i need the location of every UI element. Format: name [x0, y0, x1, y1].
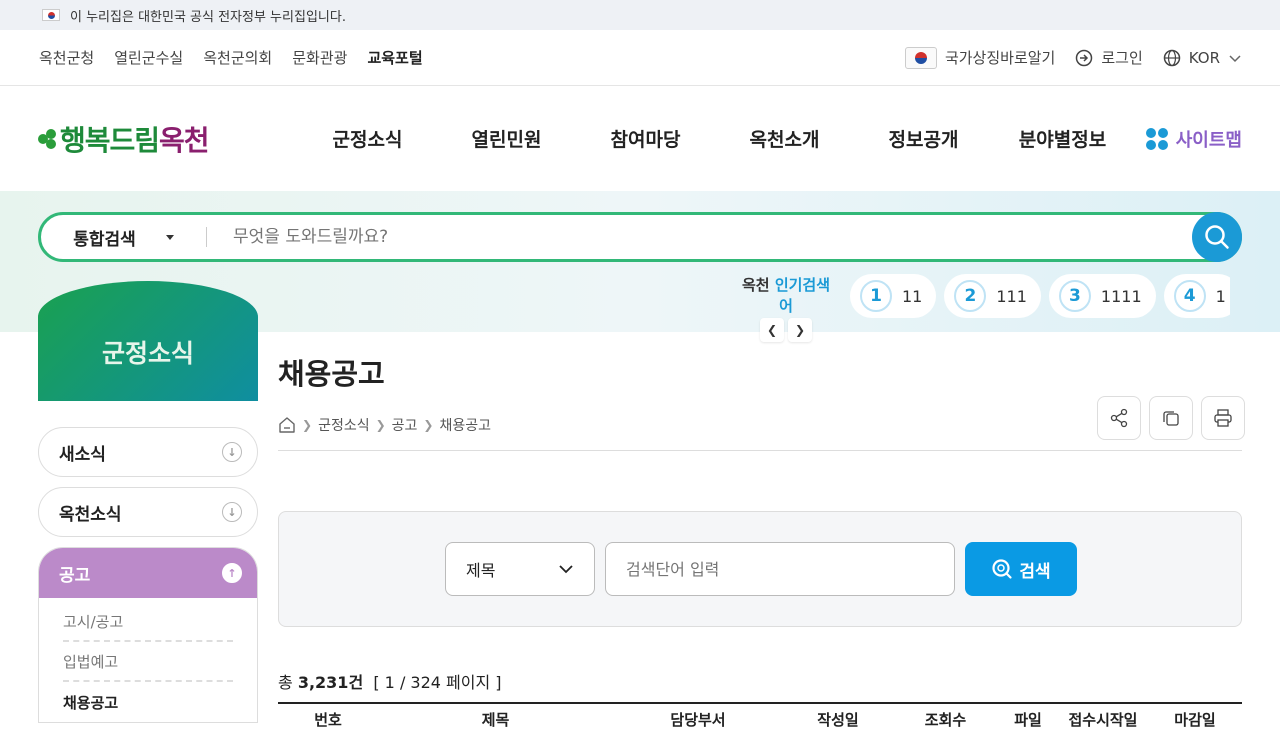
main-nav: 행복드림옥천 군정소식 열린민원 참여마당 옥천소개 정보공개 분야별정보 사이… [0, 86, 1280, 191]
search-box: 통합검색 [38, 212, 1242, 262]
breadcrumb-item: 채용공고 [439, 418, 492, 434]
gov-banner: 이 누리집은 대한민국 공식 전자정부 누리집입니다. [0, 0, 1280, 30]
utility-bar: 옥천군청 열린군수실 옥천군의회 문화관광 교육포털 국가상징바로알기 로그인 … [0, 30, 1280, 86]
content-area: 군정소식 새소식 ↓ 옥천소식 ↓ 공고 ↑ 고시/공고 입법예고 채용공고 채… [0, 281, 1280, 729]
total-count: 총 3,231건 [ 1 / 324 페이지 ] [278, 673, 502, 692]
chevron-right-icon: ❯ [375, 418, 386, 432]
sidebar-subitem-public-notice[interactable]: 고시/공고 [63, 602, 233, 642]
breadcrumb-item[interactable]: 공고 [392, 415, 418, 435]
korea-flag-icon [42, 9, 60, 21]
chevron-down-icon [559, 565, 573, 574]
search-field-select[interactable]: 제목 [445, 542, 595, 596]
util-link-council[interactable]: 옥천군의회 [203, 47, 272, 68]
chevron-down-icon [1229, 54, 1241, 62]
nav-item-disclosure[interactable]: 정보공개 [854, 125, 993, 152]
search-button[interactable] [1192, 212, 1242, 262]
search-type-label: 통합검색 [73, 229, 136, 250]
print-button[interactable] [1201, 396, 1245, 440]
sidebar-menu: 새소식 ↓ 옥천소식 ↓ 공고 ↑ 고시/공고 입법예고 채용공고 [38, 427, 258, 723]
search-icon [1205, 225, 1229, 249]
arrow-up-circle-icon: ↑ [222, 563, 242, 583]
sidebar-title: 군정소식 [38, 281, 258, 401]
nav-item-participation[interactable]: 참여마당 [576, 125, 715, 152]
national-symbol-link[interactable]: 국가상징바로알기 [904, 46, 1056, 69]
util-link-county[interactable]: 옥천군청 [39, 47, 94, 68]
share-button[interactable] [1097, 396, 1141, 440]
search-input[interactable] [207, 227, 1239, 247]
home-icon[interactable] [278, 416, 296, 434]
clover-logo-icon [38, 128, 58, 149]
page-tools [1097, 396, 1245, 440]
sidebar-notice-header[interactable]: 공고 ↑ [39, 548, 257, 598]
login-icon [1076, 49, 1093, 66]
page-title: 채용공고 [278, 357, 385, 391]
board-search-button[interactable]: 검색 [965, 542, 1077, 596]
gov-banner-text: 이 누리집은 대한민국 공식 전자정부 누리집입니다. [70, 9, 346, 25]
nav-item-about[interactable]: 옥천소개 [715, 125, 854, 152]
sidebar-sublist: 고시/공고 입법예고 채용공고 [39, 598, 257, 722]
util-link-education[interactable]: 교육포털 [367, 47, 422, 68]
sidebar-item-okcheon-news[interactable]: 옥천소식 ↓ [38, 487, 258, 537]
sidebar-item-notice: 공고 ↑ 고시/공고 입법예고 채용공고 [38, 547, 258, 723]
utility-right: 국가상징바로알기 로그인 KOR [904, 46, 1242, 69]
share-icon [1110, 408, 1128, 428]
utility-links: 옥천군청 열린군수실 옥천군의회 문화관광 교육포털 [39, 47, 423, 68]
print-icon [1214, 409, 1232, 427]
login-label: 로그인 [1101, 49, 1143, 67]
copy-icon [1163, 411, 1179, 426]
globe-icon [1163, 49, 1180, 66]
table-top-border [278, 702, 1242, 704]
nav-item-fields[interactable]: 분야별정보 [993, 125, 1132, 152]
caret-down-icon [165, 234, 174, 240]
search-icon [992, 559, 1012, 579]
sidebar-item-news[interactable]: 새소식 ↓ [38, 427, 258, 477]
title-divider [278, 450, 1242, 451]
language-select[interactable]: KOR [1163, 49, 1242, 67]
sidebar-subitem-legislation[interactable]: 입법예고 [63, 642, 233, 682]
chevron-right-icon: ❯ [302, 418, 313, 432]
nav-item-civil[interactable]: 열린민원 [437, 125, 576, 152]
util-link-tourism[interactable]: 문화관광 [292, 47, 347, 68]
logo-text: 행복드림옥천 [60, 123, 210, 157]
nav-menu: 군정소식 열린민원 참여마당 옥천소개 정보공개 분야별정보 [298, 125, 1132, 152]
breadcrumb: ❯ 군정소식 ❯ 공고 ❯ 채용공고 [278, 415, 491, 435]
nav-item-news[interactable]: 군정소식 [298, 125, 437, 152]
sidebar-subitem-recruitment[interactable]: 채용공고 [63, 682, 233, 722]
arrow-down-circle-icon: ↓ [222, 442, 242, 462]
sitemap-label: 사이트맵 [1175, 129, 1242, 151]
breadcrumb-item[interactable]: 군정소식 [318, 415, 370, 435]
language-label: KOR [1188, 48, 1220, 67]
national-symbol-label: 국가상징바로알기 [944, 49, 1056, 67]
login-link[interactable]: 로그인 [1075, 47, 1143, 68]
sitemap-icon [1145, 127, 1168, 150]
chevron-right-icon: ❯ [423, 418, 434, 432]
board-search-panel: 제목 검색 [278, 511, 1242, 627]
site-logo[interactable]: 행복드림옥천 [38, 119, 228, 159]
korea-flag-icon [904, 46, 937, 69]
arrow-down-circle-icon: ↓ [222, 502, 242, 522]
copy-url-button[interactable] [1149, 396, 1193, 440]
keyword-input[interactable] [605, 542, 955, 596]
search-type-select[interactable]: 통합검색 [41, 227, 207, 250]
util-link-mayor[interactable]: 열린군수실 [114, 47, 183, 68]
sitemap-button[interactable]: 사이트맵 [1145, 126, 1242, 152]
